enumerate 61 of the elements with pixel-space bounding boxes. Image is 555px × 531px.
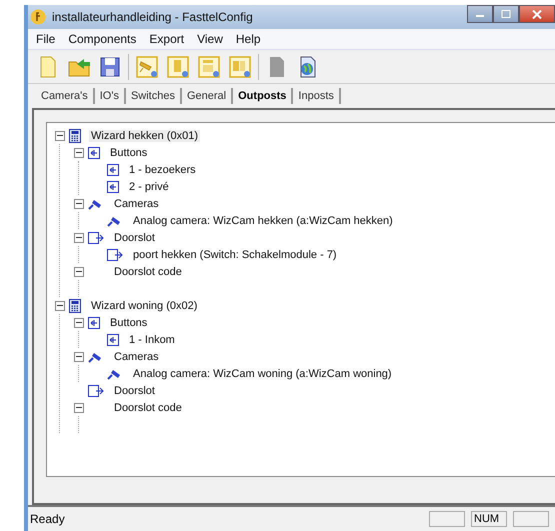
close-button[interactable] xyxy=(519,5,555,23)
collapse-icon[interactable] xyxy=(74,318,84,328)
camera-icon xyxy=(107,214,123,226)
tree-item[interactable]: Analog camera: WizCam woning (a:WizCam woning) xyxy=(131,368,394,380)
tab[interactable]: Inposts xyxy=(293,88,341,104)
tree-item[interactable]: Wizard hekken (0x01) xyxy=(89,130,200,142)
menu-item[interactable]: File xyxy=(36,32,56,46)
maximize-icon xyxy=(501,10,511,18)
tree-item[interactable]: 1 - bezoekers xyxy=(127,164,198,176)
collapse-icon[interactable] xyxy=(55,300,65,310)
tree-item[interactable]: Buttons xyxy=(108,146,150,158)
status-pane xyxy=(429,511,465,527)
keypad-icon xyxy=(69,298,81,312)
collapse-icon[interactable] xyxy=(74,266,84,276)
status-text: Ready xyxy=(30,512,66,526)
tree-item[interactable]: Doorslot xyxy=(112,232,157,244)
tree-item[interactable]: Analog camera: WizCam hekken (a:WizCam hekken) xyxy=(131,214,395,226)
menu-item[interactable]: View xyxy=(197,32,223,46)
tree-item[interactable]: poort hekken (Switch: Schakelmodule - 7) xyxy=(131,248,339,260)
window-title: installateurhandleiding - FasttelConfig xyxy=(52,10,253,24)
button-icon xyxy=(88,316,100,328)
collapse-icon[interactable] xyxy=(74,402,84,412)
door-icon xyxy=(88,232,104,244)
collapse-icon[interactable] xyxy=(55,130,65,140)
camera-icon xyxy=(88,350,104,362)
tree-item[interactable]: 1 - Inkom xyxy=(127,334,177,346)
button-icon xyxy=(107,164,119,176)
menu-item[interactable]: Help xyxy=(236,32,261,46)
collapse-icon[interactable] xyxy=(74,148,84,158)
tree-item[interactable]: Doorslot code xyxy=(112,266,184,278)
door-icon xyxy=(107,248,123,260)
camera-icon xyxy=(88,198,104,210)
tree-item[interactable]: Doorslot code xyxy=(112,402,184,414)
tab[interactable]: Outposts xyxy=(233,88,294,104)
collapse-icon[interactable] xyxy=(74,232,84,242)
tree-item[interactable]: Wizard woning (0x02) xyxy=(89,300,200,312)
app-icon xyxy=(30,9,46,25)
camera-icon xyxy=(107,368,123,380)
tab[interactable]: IO's xyxy=(94,88,126,104)
tree-item[interactable]: 2 - privé xyxy=(127,180,171,192)
maximize-button[interactable] xyxy=(493,5,519,23)
tree-item[interactable]: Buttons xyxy=(108,316,150,328)
tree-item[interactable]: Cameras xyxy=(112,198,161,210)
tree-item[interactable]: Doorslot xyxy=(112,384,157,396)
menu-item[interactable]: Components xyxy=(68,32,136,46)
button-icon xyxy=(107,180,119,192)
collapse-icon[interactable] xyxy=(74,352,84,362)
status-indicator: NUM xyxy=(471,511,507,527)
tab[interactable]: Switches xyxy=(126,88,182,104)
tab[interactable]: General xyxy=(182,88,234,104)
minimize-button[interactable] xyxy=(467,5,493,23)
status-pane xyxy=(513,511,549,527)
menu-item[interactable]: Export xyxy=(149,32,184,46)
door-icon xyxy=(88,384,104,396)
keypad-icon xyxy=(69,128,81,142)
collapse-icon[interactable] xyxy=(74,198,84,208)
button-icon xyxy=(88,146,100,158)
close-icon xyxy=(532,10,542,18)
button-icon xyxy=(107,334,119,346)
tab[interactable]: Camera's xyxy=(36,88,95,104)
tree-item[interactable]: Cameras xyxy=(112,350,161,362)
